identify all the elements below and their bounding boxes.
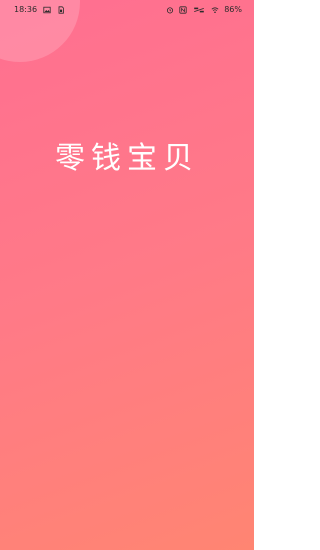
wifi-icon: [211, 6, 219, 14]
image-icon: [43, 6, 51, 14]
app-title: 零钱宝贝: [55, 141, 199, 176]
status-bar: 18:36 86%: [0, 0, 254, 20]
network-speed-icon: [192, 6, 206, 14]
nfc-icon: [179, 6, 187, 14]
status-right: 86%: [166, 0, 242, 20]
sim-icon: [57, 6, 65, 14]
splash-screen: 18:36 86% 零钱宝贝: [0, 0, 254, 550]
alarm-icon: [166, 6, 174, 14]
status-left: 18:36: [14, 0, 65, 20]
status-time: 18:36: [14, 5, 38, 14]
battery-percent: 86%: [224, 5, 242, 14]
